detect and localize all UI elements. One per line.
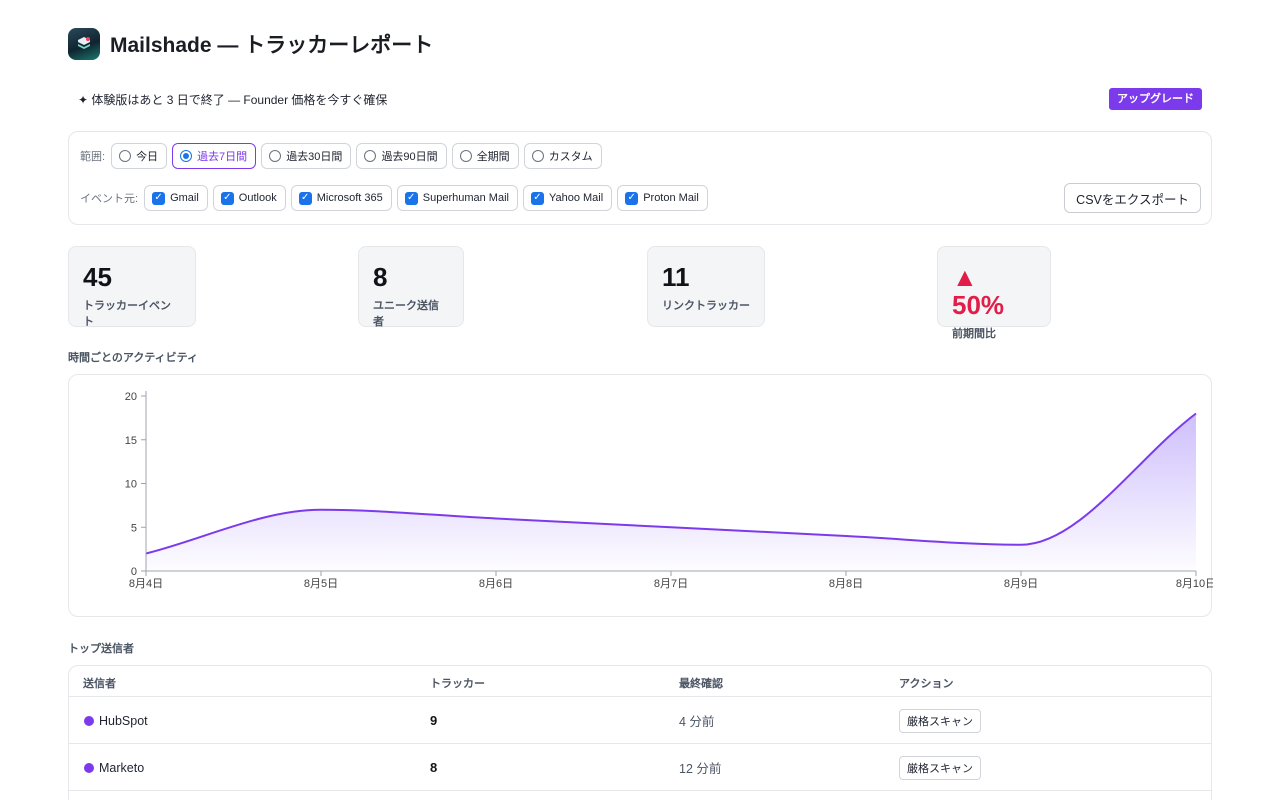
action-cell: 厳格スキャン bbox=[899, 744, 981, 791]
tracker-count: 9 bbox=[430, 713, 438, 728]
source-superhuman[interactable]: ✓ Superhuman Mail bbox=[396, 185, 518, 211]
range-option-label: 過去7日間 bbox=[197, 151, 248, 163]
source-option-label: Microsoft 365 bbox=[316, 192, 383, 204]
source-yahoo[interactable]: ✓ Yahoo Mail bbox=[522, 185, 613, 211]
sender-color-dot bbox=[84, 762, 94, 773]
x-tick-label: 8月9日 bbox=[1004, 578, 1038, 590]
range-option-label: 過去90日間 bbox=[381, 151, 438, 163]
app-logo-icon bbox=[68, 28, 100, 60]
sender-name: Marketo bbox=[99, 760, 145, 775]
tracker-count: 8 bbox=[430, 760, 438, 775]
stat-label: トラッカーイベント bbox=[83, 300, 171, 328]
trial-text: ✦ 体験版はあと 3 日で終了 — Founder 価格を今すぐ確保 bbox=[78, 92, 388, 107]
sender-cell: Marketo bbox=[84, 744, 144, 791]
source-option-label: Proton Mail bbox=[643, 192, 699, 204]
x-tick-label: 8月8日 bbox=[829, 578, 863, 590]
y-tick-label: 10 bbox=[125, 479, 137, 491]
stat-value: 11 bbox=[662, 262, 690, 292]
table-row: HubSpot 9 4 分前 厳格スキャン bbox=[69, 697, 1211, 744]
strict-scan-button[interactable]: 厳格スキャン bbox=[899, 755, 981, 780]
activity-chart-svg: 0 5 10 15 20 8月4日 8月5日 8月6日 8月7日 8月8日 8月9日 8月10日 bbox=[125, 391, 1213, 590]
range-option-label: 過去30日間 bbox=[286, 151, 343, 163]
x-tick-label: 8月7日 bbox=[654, 578, 688, 590]
column-header-last-seen: 最終確認 bbox=[679, 678, 723, 690]
checkbox-checked-icon[interactable]: ✓ bbox=[298, 191, 312, 205]
activity-chart: 0 5 10 15 20 8月4日 8月5日 8月6日 8月7日 8月8日 8月9日 8月10日 bbox=[68, 374, 1213, 617]
top-senders-table: 送信者 トラッカー 最終確認 アクション HubSpot 9 4 分前 厳格スキ… bbox=[68, 665, 1212, 800]
source-option-label: Gmail bbox=[170, 192, 199, 204]
source-option-label: Outlook bbox=[238, 192, 277, 204]
table-header: 送信者 トラッカー 最終確認 アクション bbox=[69, 666, 1211, 697]
stat-card-tracker-events: 45 トラッカーイベント bbox=[68, 246, 196, 328]
x-tick-label: 8月5日 bbox=[304, 578, 338, 590]
trial-banner: ✦ 体験版はあと 3 日で終了 — Founder 価格を今すぐ確保 アップグレ… bbox=[68, 86, 1212, 112]
last-seen: 4 分前 bbox=[679, 715, 715, 729]
range-option-today[interactable]: 今日 bbox=[111, 143, 168, 169]
strict-scan-button[interactable]: 厳格スキャン bbox=[899, 708, 981, 733]
stat-label: リンクトラッカー bbox=[662, 300, 750, 312]
range-label: 範囲: bbox=[80, 151, 106, 163]
radio-selected-icon[interactable] bbox=[180, 150, 193, 162]
stat-value: 45 bbox=[83, 262, 112, 292]
top-senders-title: トップ送信者 bbox=[68, 643, 134, 655]
action-cell: 厳格スキャン bbox=[899, 697, 981, 744]
source-row: イベント元: ✓ Gmail ✓ Outlook ✓ Microsoft 365 ✓ S… bbox=[80, 185, 713, 211]
export-csv-button[interactable]: CSVをエクスポート bbox=[1064, 183, 1201, 213]
range-option-custom[interactable]: カスタム bbox=[523, 143, 602, 169]
x-tick-label: 8月4日 bbox=[129, 578, 163, 590]
source-option-label: Yahoo Mail bbox=[548, 192, 604, 204]
series-area bbox=[146, 413, 1196, 571]
source-microsoft-365[interactable]: ✓ Microsoft 365 bbox=[290, 185, 392, 211]
range-option-label: カスタム bbox=[548, 151, 593, 163]
checkbox-checked-icon[interactable]: ✓ bbox=[530, 191, 544, 205]
range-option-90d[interactable]: 過去90日間 bbox=[356, 143, 447, 169]
column-header-trackers: トラッカー bbox=[430, 678, 485, 690]
source-proton[interactable]: ✓ Proton Mail bbox=[617, 185, 708, 211]
range-row: 範囲: 今日 過去7日間 過去30日間 過去90日間 全期間 カスタム bbox=[80, 143, 607, 169]
page-title: Mailshade — トラッカーレポート bbox=[110, 34, 434, 57]
source-outlook[interactable]: ✓ Outlook bbox=[212, 185, 286, 211]
radio-icon[interactable] bbox=[531, 150, 544, 162]
stat-label: ユニーク送信者 bbox=[373, 300, 439, 328]
source-label: イベント元: bbox=[80, 193, 139, 205]
stat-card-link-trackers: 11 リンクトラッカー bbox=[647, 246, 765, 327]
y-tick-label: 20 bbox=[125, 391, 137, 403]
range-option-label: 全期間 bbox=[476, 151, 510, 163]
y-tick-label: 5 bbox=[131, 522, 137, 534]
app-header: Mailshade — トラッカーレポート bbox=[68, 28, 433, 60]
source-gmail[interactable]: ✓ Gmail bbox=[144, 185, 208, 211]
stat-card-period-change: ▲ 50% 前期間比 bbox=[937, 246, 1051, 340]
range-option-all[interactable]: 全期間 bbox=[451, 143, 519, 169]
checkbox-checked-icon[interactable]: ✓ bbox=[625, 191, 639, 205]
stat-value: ▲ 50% bbox=[952, 262, 1005, 320]
table-row: Marketo 8 12 分前 厳格スキャン bbox=[69, 744, 1211, 791]
radio-icon[interactable] bbox=[364, 150, 377, 162]
stat-value: 8 bbox=[373, 262, 388, 292]
range-option-label: 今日 bbox=[136, 151, 159, 163]
radio-icon[interactable] bbox=[269, 150, 282, 162]
stat-card-unique-senders: 8 ユニーク送信者 bbox=[358, 246, 464, 328]
source-option-label: Superhuman Mail bbox=[422, 192, 509, 204]
column-header-action: アクション bbox=[899, 678, 954, 690]
stat-label: 前期間比 bbox=[952, 328, 996, 340]
y-tick-label: 0 bbox=[131, 566, 137, 578]
x-tick-label: 8月10日 bbox=[1176, 578, 1213, 590]
range-option-7d[interactable]: 過去7日間 bbox=[172, 143, 257, 169]
filters-panel: 範囲: 今日 過去7日間 過去30日間 過去90日間 全期間 カスタム イベント… bbox=[68, 131, 1212, 225]
checkbox-checked-icon[interactable]: ✓ bbox=[404, 191, 418, 205]
last-seen: 12 分前 bbox=[679, 762, 722, 776]
sender-color-dot bbox=[84, 715, 94, 726]
upgrade-button[interactable]: アップグレード bbox=[1109, 88, 1202, 110]
checkbox-checked-icon[interactable]: ✓ bbox=[152, 191, 166, 205]
sender-name: HubSpot bbox=[99, 713, 148, 728]
x-tick-label: 8月6日 bbox=[479, 578, 513, 590]
column-header-sender: 送信者 bbox=[83, 678, 116, 690]
sender-cell: HubSpot bbox=[84, 697, 148, 744]
radio-icon[interactable] bbox=[119, 150, 132, 162]
radio-icon[interactable] bbox=[459, 150, 472, 162]
y-tick-label: 15 bbox=[125, 435, 137, 447]
range-option-30d[interactable]: 過去30日間 bbox=[261, 143, 352, 169]
checkbox-checked-icon[interactable]: ✓ bbox=[220, 191, 234, 205]
activity-section-title: 時間ごとのアクティビティ bbox=[68, 352, 199, 364]
